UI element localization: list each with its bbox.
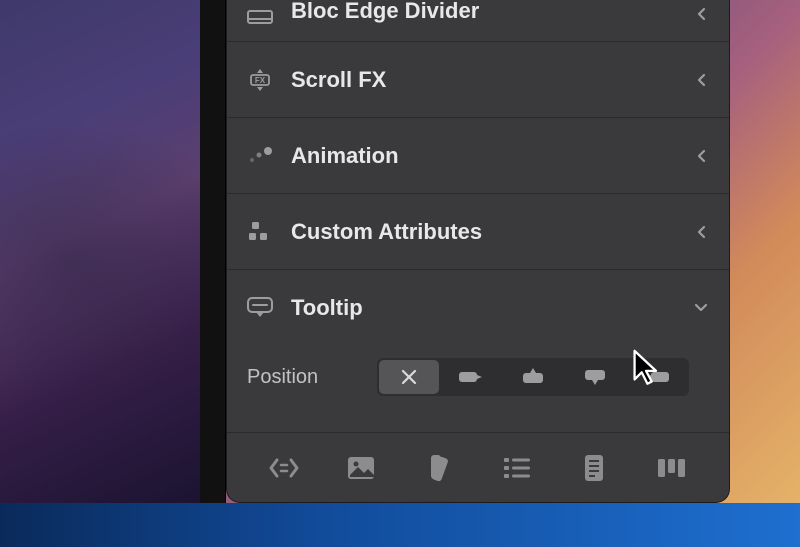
inspector-panel: Bloc Edge Divider FX Scroll FX — [226, 0, 730, 503]
animation-icon — [245, 141, 275, 171]
chevron-left-icon — [693, 6, 709, 22]
position-segmented-control — [377, 358, 689, 396]
scroll-fx-icon: FX — [245, 65, 275, 95]
footer-tab-swatch[interactable] — [415, 444, 463, 492]
divider-icon — [245, 4, 275, 34]
chevron-left-icon — [693, 148, 709, 164]
desktop-wallpaper-bottom — [0, 503, 800, 547]
section-label: Animation — [291, 143, 693, 169]
section-tooltip[interactable]: Tooltip — [227, 270, 729, 346]
desktop-wallpaper-left — [0, 0, 210, 503]
footer-tab-list[interactable] — [493, 444, 541, 492]
section-scroll-fx[interactable]: FX Scroll FX — [227, 42, 729, 118]
position-label: Position — [247, 366, 377, 389]
position-right[interactable] — [627, 360, 687, 394]
chevron-left-icon — [693, 72, 709, 88]
section-bloc-edge-divider[interactable]: Bloc Edge Divider — [227, 0, 729, 42]
footer-tab-image[interactable] — [337, 444, 385, 492]
inspector-sections: Bloc Edge Divider FX Scroll FX — [227, 0, 729, 432]
section-custom-attributes[interactable]: Custom Attributes — [227, 194, 729, 270]
tooltip-body: Position — [227, 346, 729, 432]
tooltip-icon — [245, 293, 275, 323]
section-label: Scroll FX — [291, 67, 693, 93]
position-none[interactable] — [379, 360, 439, 394]
footer-tab-document[interactable] — [570, 444, 618, 492]
section-animation[interactable]: Animation — [227, 118, 729, 194]
footer-tab-code[interactable] — [260, 444, 308, 492]
section-label: Bloc Edge Divider — [291, 0, 693, 24]
custom-attributes-icon — [245, 217, 275, 247]
position-left[interactable] — [441, 360, 501, 394]
footer-tab-columns[interactable] — [648, 444, 696, 492]
section-label: Custom Attributes — [291, 219, 693, 245]
position-top[interactable] — [565, 360, 625, 394]
chevron-down-icon — [693, 300, 709, 316]
section-label: Tooltip — [291, 295, 693, 321]
app-window-edge — [200, 0, 226, 503]
position-bottom[interactable] — [503, 360, 563, 394]
inspector-footer-tabs — [227, 432, 729, 502]
chevron-left-icon — [693, 224, 709, 240]
svg-text:FX: FX — [255, 76, 266, 85]
